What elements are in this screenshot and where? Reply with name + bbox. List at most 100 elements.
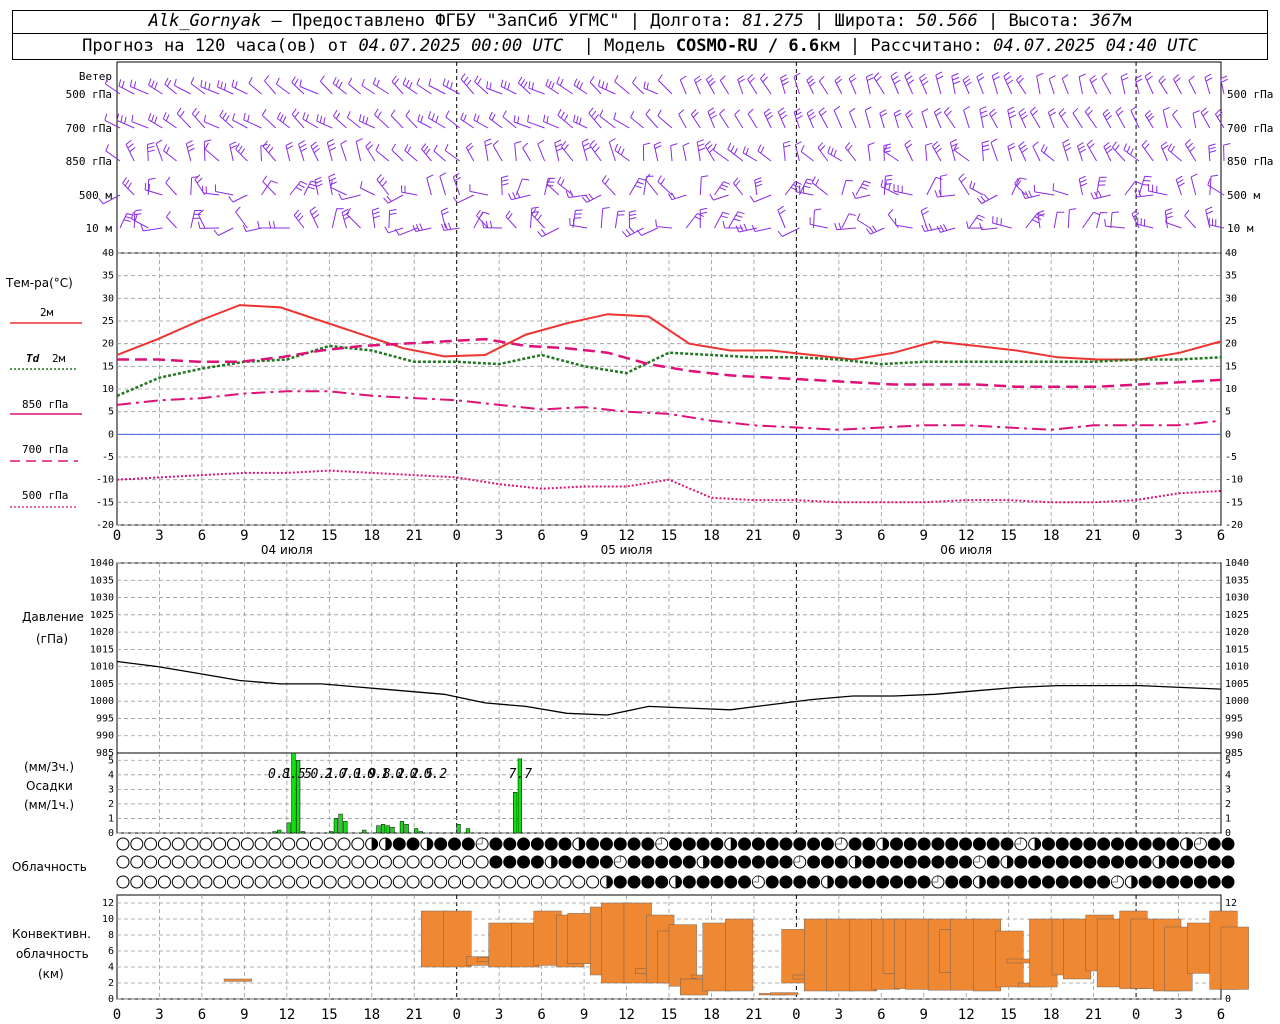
day-label: 05 июля xyxy=(601,543,653,557)
cloud-symbol xyxy=(448,837,461,851)
x-tick-label: 15 xyxy=(1000,1007,1017,1023)
wind-barb xyxy=(492,140,503,162)
cloud-symbol xyxy=(972,837,986,851)
wind-barb xyxy=(569,218,588,229)
y-tick-label-left: 1025 xyxy=(90,610,114,621)
cloud-symbol xyxy=(309,837,323,851)
cloud-symbol xyxy=(558,855,572,869)
precip-bar xyxy=(286,822,291,834)
wind-barb xyxy=(864,106,872,129)
wind-barb xyxy=(243,112,262,129)
wind-level-label-left: 10 м xyxy=(86,222,113,235)
wind-barb xyxy=(262,140,277,162)
y-tick-label-left: 4 xyxy=(108,770,114,781)
y-tick-label-left: 2 xyxy=(108,799,114,810)
wind-barb xyxy=(202,185,220,196)
cloud-symbol xyxy=(351,855,365,869)
cloud-symbol xyxy=(254,875,268,889)
wind-barb xyxy=(507,191,531,201)
cloud-symbol-quarter xyxy=(655,837,662,845)
cloud-symbol xyxy=(710,837,724,851)
wind-barb xyxy=(608,138,616,162)
y-tick-label-left: 25 xyxy=(102,316,114,327)
cloud-symbol xyxy=(213,875,227,889)
wind-barb xyxy=(309,206,320,229)
wind-barb xyxy=(793,108,803,129)
wind-barb xyxy=(777,205,786,229)
cloud-symbol xyxy=(1124,855,1138,869)
y-tick-label-right: 25 xyxy=(1225,316,1237,327)
x-tick-label: 9 xyxy=(920,528,928,544)
wind-barb xyxy=(1141,139,1154,162)
y-tick-label-right: 1015 xyxy=(1225,644,1249,655)
wind-barb xyxy=(719,75,730,95)
y-tick-label-right: 0 xyxy=(1225,828,1231,839)
cloud-symbol-quarter xyxy=(931,875,939,883)
cloud-symbol xyxy=(544,837,558,851)
wind-barb xyxy=(598,79,616,95)
wind-barb xyxy=(714,211,730,229)
cloud-symbol xyxy=(1221,837,1235,851)
wind-panel: Ветер 500 гПа 500 гПа700 гПа 700 гПа850 гП… xyxy=(66,61,1273,254)
cloud-symbol xyxy=(489,875,503,889)
cloud-symbol xyxy=(157,875,171,889)
y-tick-label-right: 1030 xyxy=(1225,593,1249,604)
cloud-symbol xyxy=(572,855,586,869)
wind-barb xyxy=(474,75,489,95)
y-tick-label-right: 5 xyxy=(1225,755,1231,766)
wind-barb xyxy=(486,81,503,95)
wind-barb xyxy=(1053,211,1065,229)
cloud-symbol xyxy=(1028,855,1042,869)
temperature-grid xyxy=(117,252,1221,526)
wind-barb xyxy=(848,74,857,95)
wind-barb xyxy=(655,219,673,229)
wind-barb xyxy=(501,175,509,196)
cloud-symbol xyxy=(392,855,406,869)
cloud-symbol xyxy=(738,855,752,869)
cloud-symbol xyxy=(420,875,434,889)
x-tick-label: 0 xyxy=(1132,1007,1140,1023)
precip-bar xyxy=(465,828,471,834)
wind-barb xyxy=(1096,176,1107,196)
wind-barb xyxy=(1090,190,1111,200)
wind-level-label-right: 10 м xyxy=(1227,222,1254,235)
wind-barb xyxy=(1101,72,1112,95)
wind-barb xyxy=(213,227,234,236)
wind-barb xyxy=(904,71,915,95)
x-tick-label: 6 xyxy=(198,1007,206,1023)
wind-level-label-right: 700 гПа xyxy=(1227,122,1273,135)
cloud-symbol xyxy=(945,837,959,851)
x-tick-label: 6 xyxy=(877,528,885,544)
wind-barb xyxy=(599,109,616,129)
wind-barb xyxy=(1052,183,1069,196)
cloud-symbol xyxy=(448,875,461,889)
pressure-axis-label: Давление xyxy=(22,610,84,624)
y-tick-label-left: 1000 xyxy=(90,696,114,707)
wind-barb xyxy=(699,207,708,229)
day-label: 06 июля xyxy=(940,543,992,557)
wind-barb xyxy=(1007,106,1017,129)
wind-barb xyxy=(1172,109,1182,129)
wind-barb xyxy=(933,107,942,129)
cloud-symbol xyxy=(1124,837,1138,851)
y-tick-label-right: 1000 xyxy=(1225,696,1249,707)
cloud-symbol-quarter xyxy=(752,875,759,883)
wind-barb xyxy=(794,141,802,162)
wind-barb xyxy=(953,143,970,162)
x-tick-label: 12 xyxy=(278,528,295,544)
wind-barb xyxy=(505,210,517,229)
cloud-symbol xyxy=(1138,855,1152,869)
x-tick-label: 3 xyxy=(835,1007,843,1023)
wind-barb xyxy=(119,213,134,229)
y-tick-label-left: 5 xyxy=(108,407,114,418)
x-tick-label: 21 xyxy=(745,528,762,544)
cloud-symbol xyxy=(807,875,821,889)
wind-barb xyxy=(531,208,545,229)
wind-barb xyxy=(734,109,744,129)
x-axis-labels-bottom: 0 3 6 9 12 15 18 21 0 3 6 9 12 15 18 21 0 3 6 9 12 15 18 21 0 3 6 xyxy=(113,1007,1225,1023)
cloud-symbol xyxy=(696,837,710,851)
y-tick-label-left: 1015 xyxy=(90,644,114,655)
wind-barb xyxy=(963,106,970,129)
wind-barb xyxy=(935,71,944,95)
cloud-symbol xyxy=(171,837,185,851)
